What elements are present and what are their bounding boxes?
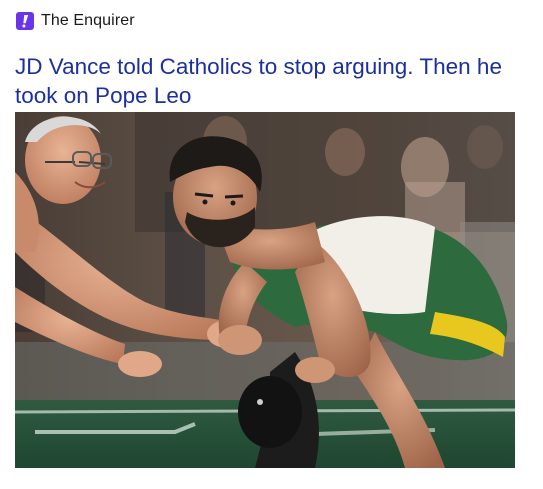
exclamation-logo-icon (16, 12, 34, 30)
article-headline[interactable]: JD Vance told Catholics to stop arguing.… (15, 52, 530, 110)
wrestling-photo-image (15, 112, 515, 468)
source-name: The Enquirer (41, 12, 135, 29)
news-card[interactable]: The Enquirer JD Vance told Catholics to … (0, 0, 543, 489)
article-hero-image[interactable] (15, 112, 515, 468)
source-row[interactable]: The Enquirer (16, 10, 135, 32)
